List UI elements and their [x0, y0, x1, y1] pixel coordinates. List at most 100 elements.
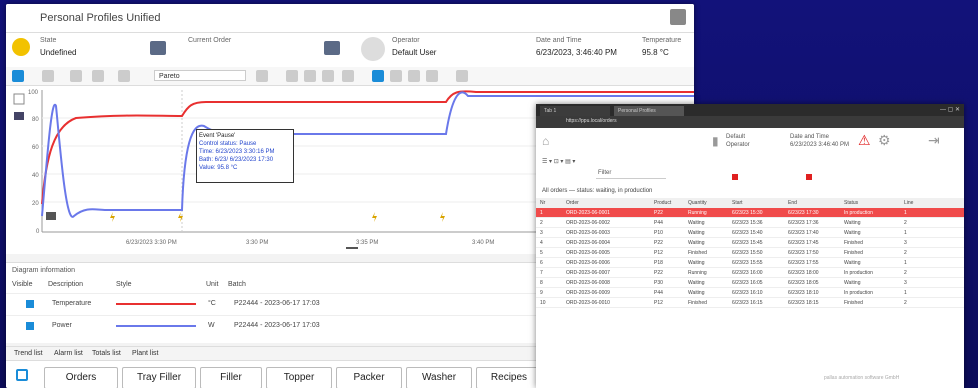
pan-icon[interactable]	[42, 70, 54, 82]
browser-tab[interactable]: Personal Profiles	[614, 106, 684, 116]
table-cell: 6/23/23 15:50	[732, 250, 763, 256]
series-name: Power	[52, 322, 72, 329]
list-icon[interactable]	[118, 70, 130, 82]
date-value: 6/23/2023 3:46:40 PM	[790, 142, 850, 148]
tab-trend-list[interactable]: Trend list	[14, 350, 43, 357]
column-header: Visible	[12, 281, 33, 288]
table-cell: 1	[904, 210, 907, 216]
fit-icon[interactable]	[92, 70, 104, 82]
live-icon[interactable]	[372, 70, 384, 82]
zoom-icon[interactable]	[12, 70, 24, 82]
column-header[interactable]: Line	[904, 200, 913, 206]
event-marker[interactable]	[372, 212, 377, 222]
visible-checkbox[interactable]	[26, 322, 34, 330]
table-row[interactable]: 1 ORD-2023-06-0001 P22 Running 6/23/23 15:30…	[536, 208, 964, 218]
table-cell: 1	[904, 230, 907, 236]
column-header[interactable]: Order	[566, 200, 579, 206]
table-cell: 6/23/23 17:45	[788, 240, 819, 246]
filter-text: Filter	[598, 170, 612, 176]
table-cell: Finished	[844, 240, 863, 246]
topper-button[interactable]: Topper	[266, 367, 332, 388]
table-cell: ORD-2023-06-0005	[566, 250, 610, 256]
table-row[interactable]: 9 ORD-2023-06-0009 P44 Waiting 6/23/23 16:10…	[536, 288, 964, 298]
expand-icon[interactable]	[13, 93, 25, 105]
table-cell: P12	[654, 300, 663, 306]
view-select[interactable]: Pareto	[154, 70, 246, 81]
column-header[interactable]: Status	[844, 200, 858, 206]
table-row[interactable]: 6 ORD-2023-06-0006 P18 Waiting 6/23/23 15:55…	[536, 258, 964, 268]
column-header[interactable]: Start	[732, 200, 743, 206]
skip-forward-icon[interactable]	[426, 70, 438, 82]
column-header: Style	[116, 281, 132, 288]
table-row[interactable]: 5 ORD-2023-06-0005 P12 Finished 6/23/23 15:5…	[536, 248, 964, 258]
table-cell: Waiting	[688, 220, 705, 226]
camera-icon[interactable]	[46, 212, 56, 220]
avatar	[361, 37, 385, 61]
export-icon[interactable]	[322, 70, 334, 82]
tab-totals-list[interactable]: Totals list	[92, 350, 121, 357]
table-cell: Running	[688, 270, 707, 276]
table-row[interactable]: 4 ORD-2023-06-0004 P22 Waiting 6/23/23 15:45…	[536, 238, 964, 248]
event-marker[interactable]	[178, 212, 183, 222]
toolbar-icons[interactable]: ☰ ▾ ⊡ ▾ ▤ ▾	[542, 158, 575, 165]
packer-button[interactable]: Packer	[336, 367, 402, 388]
table-cell: ORD-2023-06-0002	[566, 220, 610, 226]
table-row[interactable]: 8 ORD-2023-06-0008 P30 Waiting 6/23/23 16:05…	[536, 278, 964, 288]
state-button[interactable]	[150, 41, 166, 55]
print-icon[interactable]	[304, 70, 316, 82]
tooltip-line: Bath: 6/23/ 6/23/2023 17:30	[199, 157, 274, 163]
browser-tab-strip: Tab 1 Personal Profiles — ▢ ✕	[536, 104, 964, 116]
table-cell: 3	[904, 240, 907, 246]
window-controls[interactable]: — ▢ ✕	[940, 106, 960, 113]
home-icon[interactable]: ⌂	[542, 134, 549, 148]
table-cell: 6/23/23 16:05	[732, 280, 763, 286]
skip-back-icon[interactable]	[390, 70, 402, 82]
pause-icon[interactable]	[408, 70, 420, 82]
alarm-icon[interactable]: ⚠	[858, 132, 871, 149]
next-icon[interactable]	[342, 70, 354, 82]
logout-icon[interactable]	[16, 369, 28, 381]
table-cell: 6/23/23 17:30	[788, 210, 819, 216]
gear-icon[interactable]: ⚙	[878, 132, 891, 149]
recipes-button[interactable]: Recipes	[476, 367, 542, 388]
footer-text: pallas automation software GmbH	[824, 375, 900, 381]
window-menu-button[interactable]	[670, 9, 686, 25]
save-icon[interactable]	[286, 70, 298, 82]
column-header: Batch	[228, 281, 246, 288]
table-cell: ORD-2023-06-0001	[566, 210, 610, 216]
table-cell: In production	[844, 210, 873, 216]
state-indicator-icon	[12, 38, 30, 56]
cursor-icon[interactable]	[70, 70, 82, 82]
table-cell: Waiting	[688, 290, 705, 296]
table-row[interactable]: 10 ORD-2023-06-0010 P12 Finished 6/23/23 16:…	[536, 298, 964, 308]
event-marker[interactable]	[440, 212, 445, 222]
marker-icon[interactable]	[256, 70, 268, 82]
table-row[interactable]: 2 ORD-2023-06-0002 P44 Waiting 6/23/23 15:36…	[536, 218, 964, 228]
order-button[interactable]	[324, 41, 340, 55]
table-row[interactable]: 7 ORD-2023-06-0007 P22 Running 6/23/23 16:00…	[536, 268, 964, 278]
address-bar[interactable]: https://ppu.local/orders	[536, 116, 964, 128]
table-cell: 5	[540, 250, 543, 256]
orders-button[interactable]: Orders	[44, 367, 118, 388]
washer-button[interactable]: Washer	[406, 367, 472, 388]
table-cell: 2	[904, 220, 907, 226]
table-row[interactable]: 3 ORD-2023-06-0003 P10 Waiting 6/23/23 15:40…	[536, 228, 964, 238]
panel-title: Diagram information	[12, 267, 76, 274]
bar-icon[interactable]	[14, 112, 24, 120]
visible-checkbox[interactable]	[26, 300, 34, 308]
user-label: Default	[726, 134, 746, 140]
tray-filler-button[interactable]: Tray Filler	[122, 367, 196, 388]
tab-plant-list[interactable]: Plant list	[132, 350, 158, 357]
browser-tab[interactable]: Tab 1	[540, 106, 610, 116]
series-unit: °C	[208, 300, 216, 307]
filler-button[interactable]: Filler	[200, 367, 262, 388]
column-header[interactable]: Quantity	[688, 200, 707, 206]
event-marker[interactable]	[110, 212, 115, 222]
tab-alarm-list[interactable]: Alarm list	[54, 350, 83, 357]
column-header[interactable]: Product	[654, 200, 671, 206]
column-header[interactable]: End	[788, 200, 797, 206]
table-cell: Finished	[688, 300, 707, 306]
settings-icon[interactable]	[456, 70, 468, 82]
column-header[interactable]: Nr	[540, 200, 545, 206]
exit-icon[interactable]: ⇥	[928, 132, 940, 149]
